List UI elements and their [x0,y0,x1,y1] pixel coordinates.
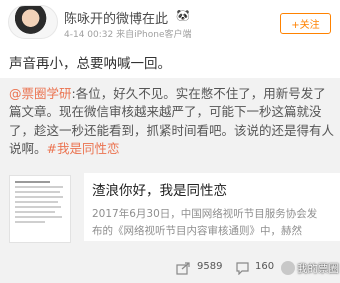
watermark-text: 我的票圈 [297,262,339,275]
thumbnail-line [15,186,63,188]
thumbnail-line [15,216,62,218]
topic-link[interactable]: #我是同性恋 [47,141,120,156]
share-count: 9589 [197,261,223,272]
post-header: 陈咏开的微博在此 🐼 4-14 00:32 来自iPhone客户端 +关注 [0,0,340,42]
thumbnail-line [15,206,61,208]
article-thumbnail[interactable] [9,175,71,243]
thumbnail-line [15,221,45,223]
post-source: 来自iPhone客户端 [116,30,192,40]
thumbnail-line [15,201,58,203]
watermark: 我的票圈 [281,258,339,278]
share-icon[interactable] [176,262,191,275]
thumbnail-line [15,196,63,198]
article-card[interactable]: 渣浪你好，我是同性恋 2017年6月30日，中国网络视听节目服务协会发 布的《网… [84,173,340,241]
action-bar: 9589 160 我的票圈 [0,254,340,283]
comment-icon[interactable] [235,262,250,275]
post-meta: 4-14 00:32 来自iPhone客户端 [64,27,192,40]
panda-icon: 🐼 [176,9,190,22]
mention-link[interactable]: @票圈学研 [9,86,72,101]
article-excerpt-line-2: 布的《网络视听节目内容审核通则》中，赫然 [92,225,302,237]
avatar[interactable] [8,5,58,39]
follow-button[interactable]: +关注 [280,13,331,34]
comment-count: 160 [255,261,275,272]
article-excerpt-line-1: 2017年6月30日，中国网络视听节目服务协会发 [92,208,318,220]
thumbnail-line [15,191,60,193]
username[interactable]: 陈咏开的微博在此 [64,8,168,27]
repost-box[interactable]: @票圈学研:各位，好久不见。实在憋不住了，用新号发了篇文章。现在微信审核越来越严… [0,78,340,283]
repost-text: @票圈学研:各位，好久不见。实在憋不住了，用新号发了篇文章。现在微信审核越来越严… [9,85,334,158]
thumbnail-line [15,211,55,213]
post-time: 4-14 00:32 [64,30,114,40]
thumbnail-line [15,181,50,183]
article-title: 渣浪你好，我是同性恋 [92,183,227,199]
post-text: 声音再小，总要呐喊一回。 [9,56,171,72]
watermark-logo-icon [281,261,295,275]
